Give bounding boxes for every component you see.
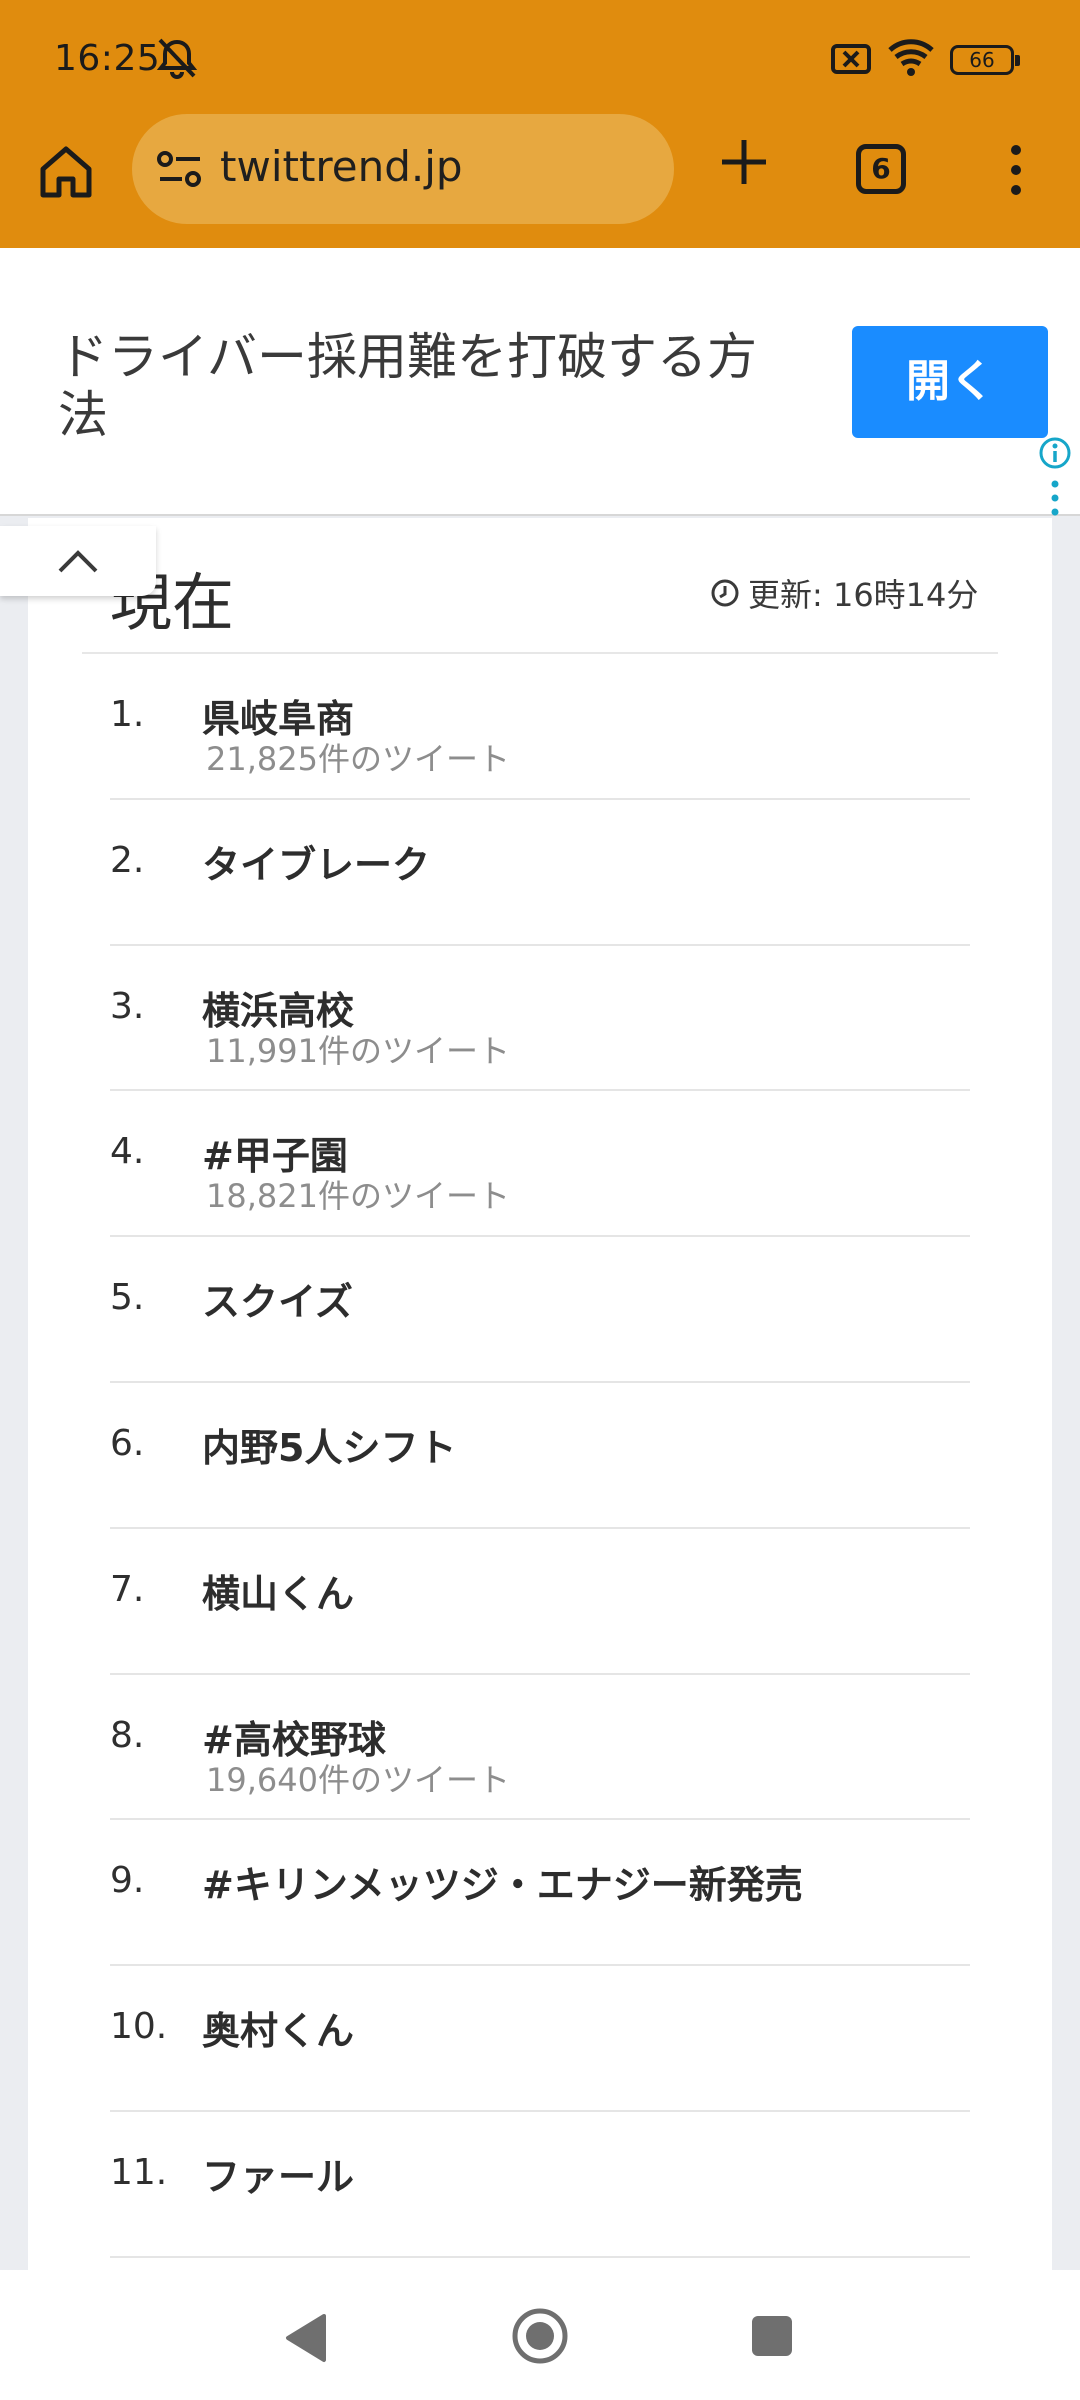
trend-rank: 3.: [110, 985, 145, 1027]
home-button[interactable]: [30, 136, 102, 208]
back-icon[interactable]: [280, 2310, 330, 2366]
chevron-up-icon: [58, 550, 98, 573]
ad-text[interactable]: ドライバー採用難を打破する方法: [58, 328, 778, 444]
trend-item[interactable]: 1. 県岐阜商 21,825件のツイート: [110, 654, 970, 800]
home-circle-icon[interactable]: [510, 2306, 570, 2366]
trend-rank: 6.: [110, 1422, 145, 1464]
trend-item[interactable]: 9. #キリンメッツジ・エナジー新発売: [110, 1820, 970, 1967]
status-bar: 16:25 66: [0, 0, 1080, 118]
info-icon[interactable]: [1038, 436, 1072, 470]
bell-off-icon: [156, 38, 198, 79]
trend-count: 11,991件のツイート: [206, 1031, 510, 1070]
trend-name[interactable]: スクイズ: [202, 1271, 353, 1326]
new-tab-icon[interactable]: [712, 130, 776, 194]
trend-item[interactable]: 2. タイブレーク: [110, 800, 970, 946]
trend-rank: 7.: [110, 1568, 145, 1610]
trend-rank: 8.: [110, 1714, 145, 1756]
trend-rank: 9.: [110, 1860, 145, 1902]
trend-name[interactable]: 内野5人シフト: [202, 1417, 456, 1472]
trend-item[interactable]: 6. 内野5人シフト: [110, 1383, 970, 1529]
trend-rank: 11.: [110, 2151, 168, 2193]
tabs-icon[interactable]: 6: [856, 144, 906, 194]
trend-name[interactable]: タイブレーク: [202, 834, 430, 889]
battery-level: 66: [969, 48, 995, 72]
trend-count: 21,825件のツイート: [206, 740, 510, 778]
trend-name[interactable]: 横山くん: [202, 1563, 354, 1618]
trend-rank: 4.: [110, 1131, 145, 1173]
trend-name[interactable]: ファール: [202, 2146, 354, 2201]
wifi-icon: [888, 39, 934, 76]
system-nav-bar: [0, 2270, 1080, 2400]
trend-rank: 1.: [110, 694, 145, 735]
battery-icon: 66: [950, 45, 1020, 75]
trend-item[interactable]: 10. 奥村くん: [110, 1966, 970, 2112]
home-icon: [40, 146, 92, 198]
trend-item[interactable]: 7. 横山くん: [110, 1529, 970, 1675]
trend-count: 19,640件のツイート: [206, 1760, 510, 1799]
trend-list: 1. 県岐阜商 21,825件のツイート 2. タイブレーク 3. 横浜高校 1…: [110, 654, 970, 2258]
trend-item[interactable]: 3. 横浜高校 11,991件のツイート: [110, 946, 970, 1092]
ad-collapse-button[interactable]: [0, 526, 156, 596]
trend-rank: 5.: [110, 1277, 145, 1319]
data-off-icon: [831, 44, 871, 74]
trend-item[interactable]: 4. #甲子園 18,821件のツイート: [110, 1091, 970, 1238]
ad-open-button[interactable]: 開く: [852, 326, 1048, 438]
trend-name[interactable]: #キリンメッツジ・エナジー新発売: [202, 1854, 803, 1909]
status-time: 16:25: [54, 38, 161, 79]
recents-icon[interactable]: [752, 2316, 792, 2356]
url-text[interactable]: twittrend.jp: [220, 142, 463, 191]
trend-name[interactable]: 奥村くん: [202, 2000, 354, 2055]
trend-count: 18,821件のツイート: [206, 1177, 510, 1216]
address-bar[interactable]: twittrend.jp: [132, 114, 674, 224]
clock-icon: [711, 579, 739, 607]
site-info-icon[interactable]: [156, 147, 204, 191]
trend-item[interactable]: 8. #高校野球 19,640件のツイート: [110, 1675, 970, 1821]
updated-time: 更新: 16時14分: [710, 570, 978, 616]
ad-options-icon[interactable]: [1048, 478, 1062, 518]
browser-chrome: 16:25 66 twittrend.jp 6: [0, 0, 1080, 248]
updated-label: 更新: 16時14分: [748, 576, 979, 614]
trend-rank: 2.: [110, 839, 145, 881]
trend-item[interactable]: 11. ファール: [110, 2112, 970, 2258]
trend-item[interactable]: 5. スクイズ: [110, 1237, 970, 1383]
menu-icon[interactable]: [996, 140, 1036, 200]
trend-rank: 10.: [110, 2006, 168, 2048]
tab-count: 6: [871, 152, 891, 185]
ad-banner[interactable]: ドライバー採用難を打破する方法 開く: [0, 248, 1080, 516]
